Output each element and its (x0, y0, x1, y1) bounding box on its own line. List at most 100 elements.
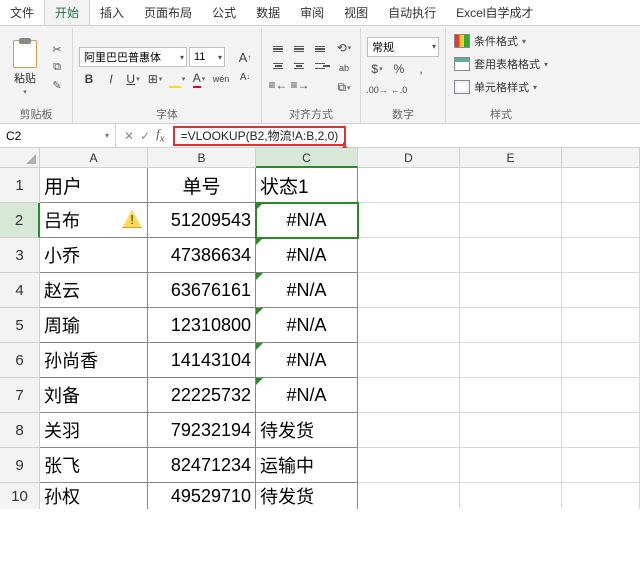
cell[interactable] (562, 448, 640, 483)
tab-file[interactable]: 文件 (0, 0, 44, 25)
col-header-d[interactable]: D (358, 148, 460, 168)
cell[interactable] (358, 378, 460, 413)
cell[interactable]: 用户 (40, 168, 148, 203)
align-top-button[interactable] (268, 41, 288, 57)
merge-button[interactable]: ⧉▾ (334, 79, 354, 97)
cell[interactable]: 22225732 (148, 378, 256, 413)
align-middle-button[interactable] (289, 41, 309, 57)
fx-icon[interactable]: fx (156, 126, 164, 145)
decrease-decimal-button[interactable]: ←.0 (389, 81, 409, 99)
comma-button[interactable]: , (411, 60, 431, 78)
fill-color-button[interactable]: ▾ (167, 70, 187, 88)
name-box[interactable]: C2 ▾ (0, 124, 116, 147)
cell[interactable]: 张飞 (40, 448, 148, 483)
row-header[interactable]: 10 (0, 483, 40, 509)
cell[interactable] (460, 483, 562, 509)
wrap-text-button[interactable]: ab (334, 59, 354, 77)
font-size-combo[interactable]: 11▾ (189, 47, 225, 67)
select-all-button[interactable] (0, 148, 40, 168)
decrease-indent-button[interactable]: ≡← (268, 76, 288, 94)
row-header[interactable]: 5 (0, 308, 40, 343)
cell[interactable] (460, 378, 562, 413)
tab-insert[interactable]: 插入 (90, 0, 134, 25)
tab-pagelayout[interactable]: 页面布局 (134, 0, 202, 25)
font-name-combo[interactable]: 阿里巴巴普惠体▾ (79, 47, 187, 67)
tab-view[interactable]: 视图 (334, 0, 378, 25)
cell[interactable] (460, 413, 562, 448)
phonetic-button[interactable]: wén (211, 70, 231, 88)
align-right-button[interactable] (310, 58, 330, 74)
number-format-combo[interactable]: 常规▾ (367, 37, 439, 57)
tab-formulas[interactable]: 公式 (202, 0, 246, 25)
cell[interactable]: 小乔 (40, 238, 148, 273)
align-bottom-button[interactable] (310, 41, 330, 57)
cancel-formula-button[interactable]: ✕ (124, 129, 134, 143)
copy-button[interactable]: ⧉ (48, 60, 66, 76)
cell[interactable]: #N/A (256, 343, 358, 378)
italic-button[interactable]: I (101, 70, 121, 88)
col-header-a[interactable]: A (40, 148, 148, 168)
cell[interactable]: 51209543! (148, 203, 256, 238)
cell[interactable] (358, 168, 460, 203)
cell[interactable] (460, 308, 562, 343)
cell[interactable] (358, 238, 460, 273)
cell[interactable] (358, 413, 460, 448)
cell[interactable]: #N/A (256, 308, 358, 343)
cell[interactable] (460, 168, 562, 203)
cell[interactable]: 单号 (148, 168, 256, 203)
row-header[interactable]: 2 (0, 203, 40, 238)
col-header-f[interactable] (562, 148, 640, 168)
percent-button[interactable]: % (389, 60, 409, 78)
decrease-font-button[interactable]: A↓ (235, 69, 255, 87)
cell[interactable]: 运输中 (256, 448, 358, 483)
cell-styles-button[interactable]: 单元格样式▾ (454, 76, 548, 98)
cell[interactable]: 关羽 (40, 413, 148, 448)
tab-automate[interactable]: 自动执行 (378, 0, 446, 25)
font-color-button[interactable]: A▾ (189, 70, 209, 88)
row-header[interactable]: 7 (0, 378, 40, 413)
cell[interactable] (358, 273, 460, 308)
cell[interactable]: 周瑜 (40, 308, 148, 343)
cell[interactable] (562, 203, 640, 238)
cell[interactable]: #N/A (256, 203, 358, 238)
cell[interactable]: 49529710 (148, 483, 256, 509)
cell[interactable]: 79232194 (148, 413, 256, 448)
increase-indent-button[interactable]: ≡→ (290, 76, 310, 94)
cell[interactable] (358, 343, 460, 378)
cell[interactable]: 赵云 (40, 273, 148, 308)
tab-data[interactable]: 数据 (246, 0, 290, 25)
underline-button[interactable]: U▾ (123, 70, 143, 88)
cell[interactable] (358, 483, 460, 509)
cell[interactable]: 刘备 (40, 378, 148, 413)
format-as-table-button[interactable]: 套用表格格式▾ (454, 53, 548, 75)
cell[interactable] (562, 168, 640, 203)
cell[interactable]: 待发货 (256, 483, 358, 509)
cell[interactable] (358, 448, 460, 483)
col-header-e[interactable]: E (460, 148, 562, 168)
cell[interactable]: 待发货 (256, 413, 358, 448)
row-header[interactable]: 9 (0, 448, 40, 483)
cut-button[interactable]: ✂ (48, 42, 66, 58)
row-header[interactable]: 6 (0, 343, 40, 378)
cell[interactable]: 47386634 (148, 238, 256, 273)
accept-formula-button[interactable]: ✓ (140, 129, 150, 143)
cell[interactable]: 状态1 (256, 168, 358, 203)
cell[interactable]: 孙尚香 (40, 343, 148, 378)
conditional-formatting-button[interactable]: 条件格式▾ (454, 30, 548, 52)
cell[interactable] (562, 238, 640, 273)
col-header-c[interactable]: C (256, 148, 358, 168)
border-button[interactable]: ⊞▾ (145, 70, 165, 88)
cell[interactable]: #N/A (256, 378, 358, 413)
align-left-button[interactable] (268, 58, 288, 74)
cell[interactable]: #N/A (256, 238, 358, 273)
cell[interactable] (358, 203, 460, 238)
cell[interactable]: 82471234 (148, 448, 256, 483)
cell[interactable] (562, 343, 640, 378)
cell[interactable] (358, 308, 460, 343)
cell[interactable] (460, 343, 562, 378)
tab-home[interactable]: 开始 (44, 0, 90, 25)
orientation-button[interactable]: ⟲▾ (334, 39, 354, 57)
row-header[interactable]: 8 (0, 413, 40, 448)
cell[interactable] (460, 448, 562, 483)
formula-input[interactable]: =VLOOKUP(B2,物流!A:B,2,0) (173, 126, 347, 146)
